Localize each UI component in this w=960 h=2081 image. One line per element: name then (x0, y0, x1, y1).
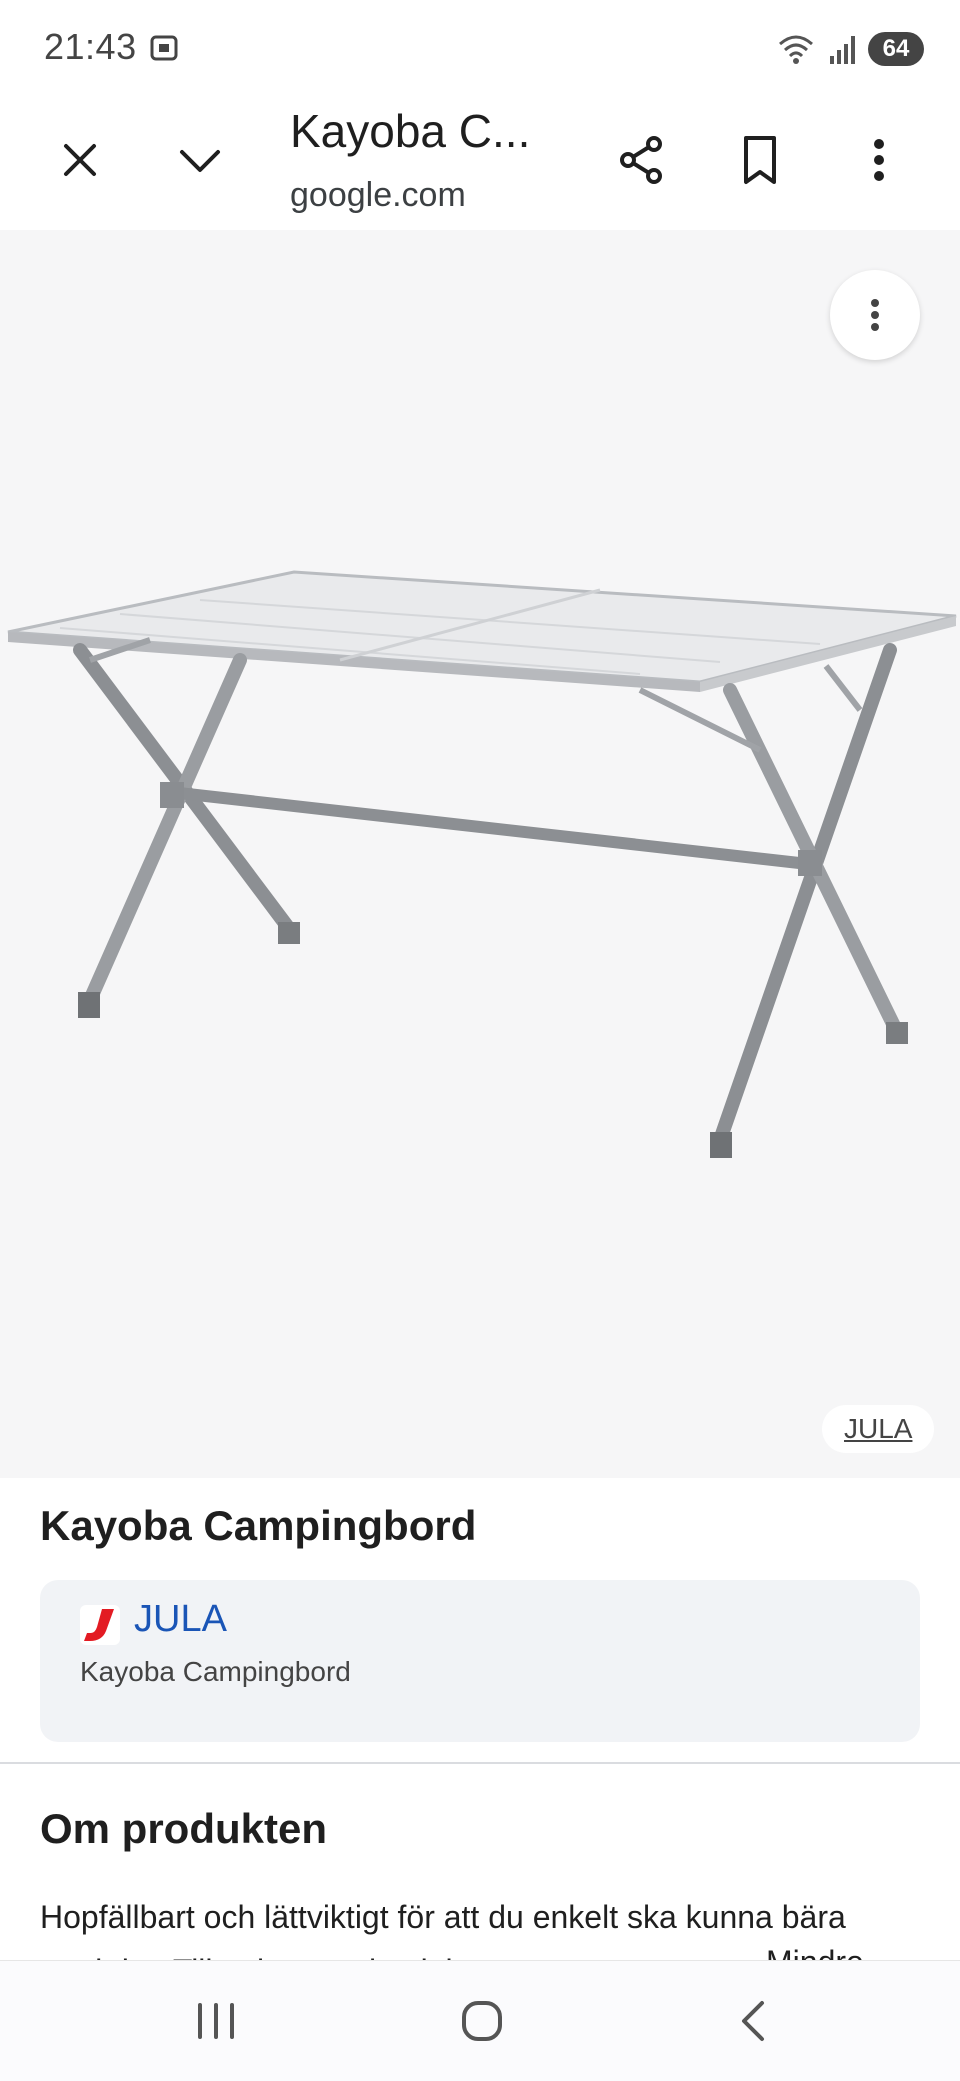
status-bar: 21:43 64 (0, 0, 960, 96)
close-button[interactable] (44, 124, 116, 196)
minimize-button[interactable] (164, 124, 236, 196)
back-button[interactable] (718, 1989, 790, 2053)
bookmark-button[interactable] (724, 124, 796, 196)
signal-icon (830, 36, 855, 64)
jula-logo-icon (80, 1605, 120, 1645)
image-options-button[interactable] (830, 270, 920, 360)
home-icon (462, 2001, 502, 2041)
bookmark-icon (744, 136, 776, 184)
store-product-name: Kayoba Campingbord (80, 1656, 351, 1687)
more-vert-icon (871, 299, 879, 331)
system-navigation-bar (0, 1960, 960, 2081)
product-image[interactable] (0, 230, 960, 1478)
wifi-icon (779, 35, 813, 64)
recent-apps-button[interactable] (180, 1989, 252, 2053)
close-icon (64, 144, 96, 176)
product-title: Kayoba Campingbord (40, 1502, 477, 1549)
share-icon (620, 136, 662, 184)
divider (0, 1762, 960, 1764)
recent-apps-icon (198, 2003, 234, 2039)
status-time: 21:43 (44, 26, 137, 67)
chevron-down-icon (180, 150, 220, 172)
home-button[interactable] (446, 1989, 518, 2053)
camping-table-illustration (7, 570, 957, 1158)
back-icon (742, 2001, 764, 2041)
store-name[interactable]: JULA (134, 1598, 227, 1641)
section-heading: Om produkten (40, 1805, 328, 1852)
more-vert-icon (874, 139, 884, 181)
image-source-link[interactable]: JULA (822, 1405, 935, 1453)
page-url: google.com (290, 176, 466, 214)
share-button[interactable] (606, 124, 678, 196)
page-title: Kayoba C... (290, 105, 531, 157)
overflow-menu-button[interactable] (843, 124, 915, 196)
battery-indicator: 64 (868, 32, 924, 66)
screen-record-icon (150, 35, 178, 61)
